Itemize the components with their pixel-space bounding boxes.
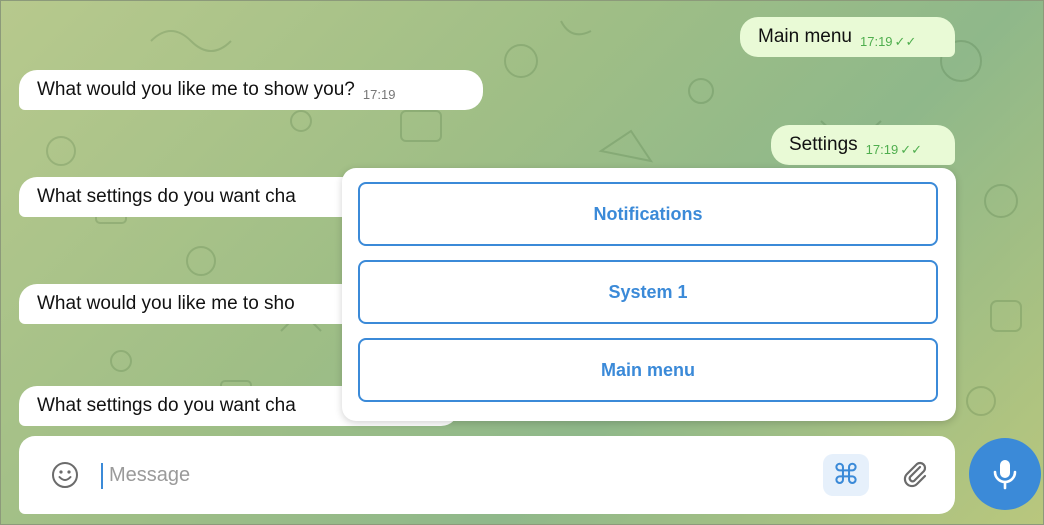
keyboard-button-main-menu[interactable]: Main menu <box>358 338 938 402</box>
message-time: 17:19 <box>860 34 893 49</box>
voice-record-button[interactable] <box>969 438 1041 510</box>
keyboard-button-system-1[interactable]: System 1 <box>358 260 938 324</box>
message-outgoing: Settings 17:19 ✓✓ <box>771 125 955 165</box>
paperclip-icon[interactable] <box>899 458 931 490</box>
chat-window: Main menu 17:19 ✓✓ What would you like me … <box>0 0 1044 525</box>
text-caret <box>101 463 103 489</box>
double-check-icon: ✓✓ <box>900 142 922 157</box>
keyboard-button-notifications[interactable]: Notifications <box>358 182 938 246</box>
microphone-icon <box>993 460 1017 490</box>
message-time: 17:19 <box>865 142 899 157</box>
message-text: What would you like me to sho <box>37 293 295 314</box>
message-time: 17:19 <box>362 87 396 102</box>
message-input[interactable] <box>107 454 671 496</box>
message-composer: ⌘ <box>19 436 955 514</box>
message-text: Settings <box>789 134 858 155</box>
double-check-icon: ✓✓ <box>894 34 917 49</box>
command-icon[interactable]: ⌘ <box>823 454 869 496</box>
reply-keyboard: Notifications System 1 Main menu <box>342 168 956 421</box>
message-text: Main menu <box>758 26 852 47</box>
message-incoming: What would you like me to show you? 17:19 <box>19 70 483 110</box>
message-text: What settings do you want cha <box>37 395 296 416</box>
message-outgoing: Main menu 17:19 ✓✓ <box>740 17 955 57</box>
message-text: What settings do you want cha <box>37 186 296 207</box>
emoji-icon[interactable] <box>51 461 79 489</box>
message-incoming: What would you like me to sho <box>19 284 379 324</box>
message-text: What would you like me to show you? <box>37 79 355 100</box>
message-incoming: What settings do you want cha <box>19 177 379 217</box>
